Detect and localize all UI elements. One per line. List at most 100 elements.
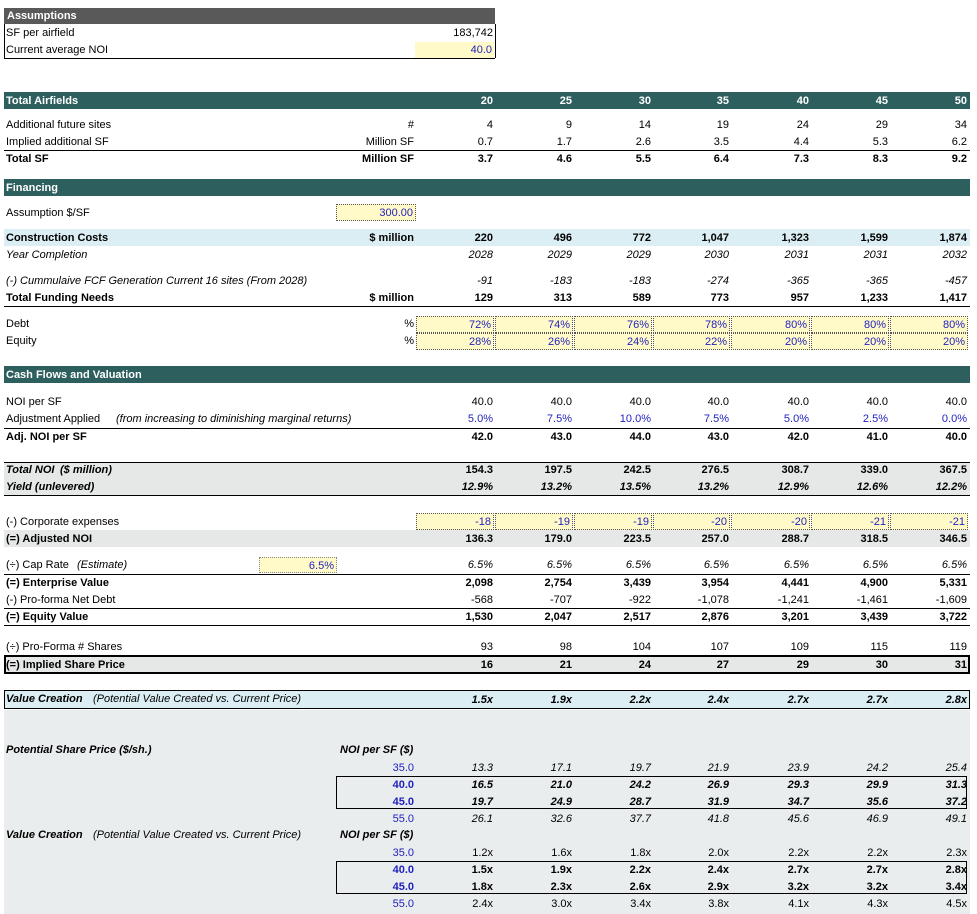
- sens-price-noi-3[interactable]: 45.0: [340, 794, 414, 810]
- equity-cell-2[interactable]: 26%: [495, 333, 573, 350]
- equity-cell-6[interactable]: 20%: [811, 333, 889, 350]
- corp-cell-3[interactable]: -19: [574, 513, 652, 530]
- debt-cell-2[interactable]: 74%: [495, 316, 573, 333]
- sites-row-value-7: 6.2: [951, 136, 967, 148]
- sens-price-row4-value-4: 41.8: [707, 813, 729, 825]
- funding-value-2: 313: [553, 292, 572, 304]
- sens-price-noi-1[interactable]: 35.0: [340, 760, 414, 776]
- netdebt-value-3: -922: [628, 594, 651, 606]
- fcf-value-6: -365: [865, 275, 888, 287]
- sites-row-value-6: 29: [875, 119, 888, 131]
- price-label: (=) Implied Share Price: [6, 659, 125, 671]
- sens-value-row4-value-2: 3.0x: [551, 898, 572, 910]
- debt-cell-6[interactable]: 80%: [811, 316, 889, 333]
- sens-value-noi-4[interactable]: 55.0: [340, 896, 414, 912]
- sites-row-value-1: 0.7: [477, 136, 493, 148]
- sites-row-value-5: 7.3: [793, 153, 809, 165]
- sens-value-row1-value-2: 1.6x: [551, 847, 572, 859]
- corp-cell-7[interactable]: -21: [890, 513, 968, 530]
- sens-value-noi-2[interactable]: 40.0: [340, 862, 414, 878]
- sens-price-noi-4[interactable]: 55.0: [340, 811, 414, 827]
- value-creation-note: (Potential Value Created vs. Current Pri…: [93, 693, 302, 705]
- equity-cell-3[interactable]: 24%: [574, 333, 652, 350]
- adj-value-3[interactable]: 10.0%: [581, 411, 651, 427]
- netdebt-value-1: -568: [470, 594, 493, 606]
- sites-row-value-1: 3.7: [477, 153, 493, 165]
- fcf-label: (-) Cummulaive FCF Generation Current 16…: [6, 275, 308, 287]
- price-value-4: 27: [716, 659, 729, 671]
- fcf-value-2: -183: [549, 275, 572, 287]
- netdebt-value-5: -1,241: [777, 594, 809, 606]
- sens-value-noi-3[interactable]: 45.0: [340, 879, 414, 895]
- equity-cell-5[interactable]: 20%: [731, 333, 810, 350]
- adj-value-7[interactable]: 0.0%: [897, 411, 967, 427]
- sens-value-row2-value-5: 2.7x: [787, 864, 809, 876]
- sens-value-row4-value-3: 3.4x: [630, 898, 651, 910]
- corp-cell-1[interactable]: -18: [416, 513, 494, 530]
- adj-value-5[interactable]: 5.0%: [739, 411, 809, 427]
- sens-value-row3-value-1: 1.8x: [471, 881, 493, 893]
- debt-cell-5[interactable]: 80%: [731, 316, 810, 333]
- financing-title: Financing: [6, 182, 58, 194]
- adj-note: (from increasing to diminishing marginal…: [116, 413, 352, 425]
- fcf-value-4: -274: [706, 275, 729, 287]
- equity-value-4: 2,876: [701, 611, 729, 623]
- value-creation-value-2: 1.9x: [550, 694, 572, 706]
- equity-value-1: 1,530: [465, 611, 493, 623]
- sens-value-row3-value-5: 3.2x: [787, 881, 809, 893]
- sens-price-row2-value-5: 29.3: [787, 779, 809, 791]
- fcf-value-7: -457: [944, 275, 967, 287]
- totalnoi-value-6: 339.0: [860, 464, 888, 476]
- sens-price-noi-2[interactable]: 40.0: [340, 777, 414, 793]
- equity-value-5: 3,201: [781, 611, 809, 623]
- netdebt-value-4: -1,078: [697, 594, 729, 606]
- sites-row-value-6: 5.3: [872, 136, 888, 148]
- equity-rule-bottom: [4, 625, 970, 626]
- equity-value-6: 3,439: [860, 611, 888, 623]
- assumption-psf-input[interactable]: 300.00: [336, 204, 416, 221]
- corp-cell-2[interactable]: -19: [495, 513, 573, 530]
- yield-value-3: 13.5%: [619, 481, 651, 493]
- construction-unit: $ million: [369, 232, 414, 244]
- equity-cell-4[interactable]: 22%: [653, 333, 730, 350]
- value-creation-label: Value Creation: [6, 693, 83, 705]
- cashflows-title: Cash Flows and Valuation: [6, 369, 142, 381]
- equity-cell-1[interactable]: 28%: [416, 333, 494, 350]
- sens-value-noi-1[interactable]: 35.0: [340, 845, 414, 861]
- debt-cell-3[interactable]: 76%: [574, 316, 652, 333]
- adj-value-4[interactable]: 7.5%: [659, 411, 729, 427]
- adjusted-value-1: 136.3: [465, 533, 493, 545]
- sens-price-row2-value-6: 29.9: [866, 779, 888, 791]
- year-value-3: 2029: [626, 249, 651, 261]
- debt-cell-7[interactable]: 80%: [890, 316, 968, 333]
- corp-cell-4[interactable]: -20: [653, 513, 730, 530]
- corp-cell-5[interactable]: -20: [731, 513, 810, 530]
- value-creation-value-5: 2.7x: [787, 694, 809, 706]
- adjusted-label: (=) Adjusted NOI: [6, 533, 93, 545]
- sens-value-row1-value-3: 1.8x: [630, 847, 651, 859]
- totalnoi-value-5: 308.7: [781, 464, 809, 476]
- noi-value-7: 40.0: [945, 396, 967, 408]
- noi-value-6: 40.0: [866, 396, 888, 408]
- airfield-count-2: 25: [559, 95, 572, 107]
- adj-value-6[interactable]: 2.5%: [818, 411, 888, 427]
- adj-value-1[interactable]: 5.0%: [423, 411, 493, 427]
- debt-cell-4[interactable]: 78%: [653, 316, 730, 333]
- assumptions-noi-input[interactable]: 40.0: [415, 42, 494, 58]
- equity-unit: %: [404, 335, 414, 347]
- totalnoi-value-1: 154.3: [465, 464, 493, 476]
- sites-row-value-4: 3.5: [713, 136, 729, 148]
- adj-value-2[interactable]: 7.5%: [502, 411, 572, 427]
- sites-row-value-7: 34: [954, 119, 967, 131]
- year-value-6: 2031: [863, 249, 888, 261]
- debt-cell-1[interactable]: 72%: [416, 316, 494, 333]
- equity-value-7: 3,722: [939, 611, 967, 623]
- corp-cell-6[interactable]: -21: [811, 513, 889, 530]
- equity-cell-7[interactable]: 20%: [890, 333, 968, 350]
- sites-row-unit: Million SF: [365, 136, 414, 148]
- totalnoi-value-2: 197.5: [544, 464, 572, 476]
- construction-value-3: 772: [632, 232, 651, 244]
- cap-input[interactable]: 6.5%: [259, 557, 337, 573]
- adjusted-value-7: 346.5: [939, 533, 967, 545]
- ev-value-1: 2,098: [465, 577, 493, 589]
